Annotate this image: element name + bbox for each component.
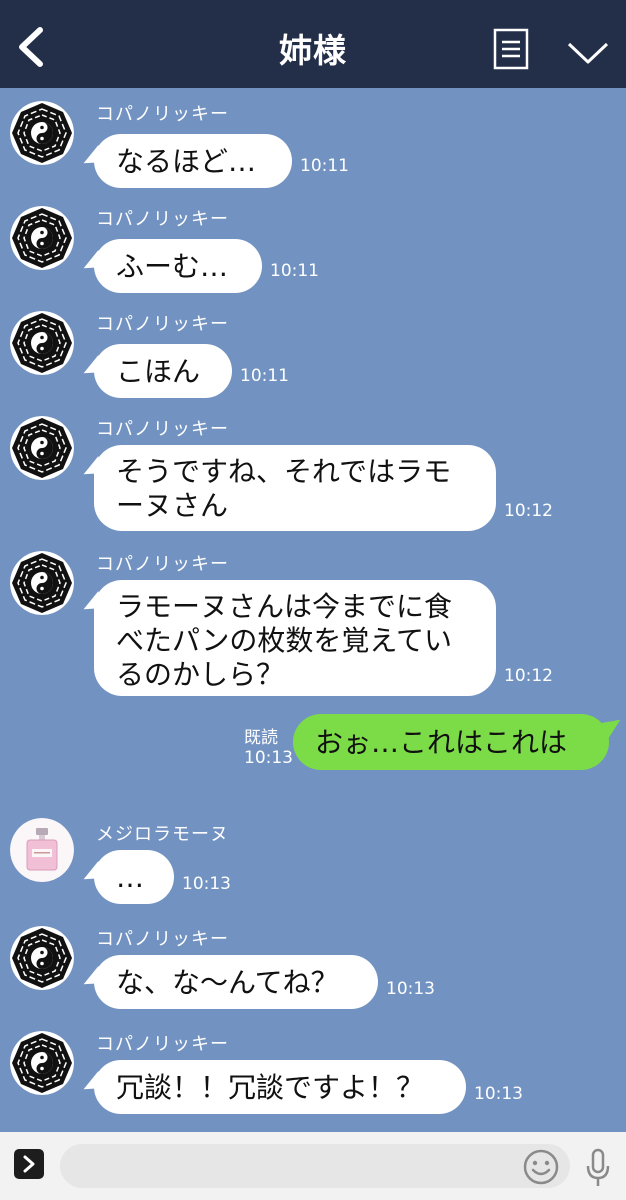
message-bubble[interactable]: ラモーヌさんは今までに食 べたパンの枚数を覚えてい るのかしら？ xyxy=(94,580,496,696)
sender-name: メジロラモーヌ xyxy=(96,824,229,845)
message-time: 10:13 xyxy=(244,748,293,768)
collapse-button[interactable] xyxy=(565,38,611,68)
sender-name: コパノリッキー xyxy=(96,419,229,440)
message-time: 10:11 xyxy=(300,156,349,176)
message-bubble[interactable]: こほん xyxy=(94,344,232,398)
chat-header: 姉様 xyxy=(0,0,626,88)
message-time: 10:11 xyxy=(270,261,319,281)
emoji-button[interactable] xyxy=(522,1148,560,1186)
message-time: 10:13 xyxy=(182,874,231,894)
message-time: 10:13 xyxy=(474,1084,523,1104)
sender-name: コパノリッキー xyxy=(96,554,229,575)
message-bubble[interactable]: なるほど… xyxy=(94,134,292,188)
message-bubble-outgoing[interactable]: おぉ…これはこれは xyxy=(293,714,609,770)
sender-name: コパノリッキー xyxy=(96,104,229,125)
read-receipt: 既読 xyxy=(244,728,278,748)
message-time: 10:12 xyxy=(504,666,553,686)
sender-name: コパノリッキー xyxy=(96,209,229,230)
menu-icon xyxy=(493,28,529,70)
chevron-down-icon xyxy=(567,42,609,64)
avatar-kopano[interactable] xyxy=(10,101,74,165)
message-bubble[interactable]: 冗談！！冗談ですよ！？ xyxy=(94,1060,466,1114)
avatar-kopano[interactable] xyxy=(10,1031,74,1095)
message-bubble[interactable]: な、な〜んてね？ xyxy=(94,955,378,1009)
message-time: 10:12 xyxy=(504,501,553,521)
microphone-button[interactable] xyxy=(584,1148,612,1188)
message-time: 10:11 xyxy=(240,366,289,386)
input-bar xyxy=(0,1132,626,1200)
message-bubble[interactable]: ふーむ… xyxy=(94,239,262,293)
microphone-icon xyxy=(586,1148,610,1186)
message-bubble[interactable]: そうですね、それではラモ ーヌさん xyxy=(94,445,496,531)
emoji-icon xyxy=(523,1149,559,1185)
sender-name: コパノリッキー xyxy=(96,314,229,335)
sender-name: コパノリッキー xyxy=(96,1034,229,1055)
message-time: 10:13 xyxy=(386,979,435,999)
avatar-kopano[interactable] xyxy=(10,416,74,480)
avatar-kopano[interactable] xyxy=(10,311,74,375)
message-bubble[interactable]: … xyxy=(94,850,174,904)
menu-button[interactable] xyxy=(493,28,531,72)
chat-title: 姉様 xyxy=(279,31,347,70)
avatar-mejiro[interactable] xyxy=(10,818,74,882)
avatar-kopano[interactable] xyxy=(10,551,74,615)
message-input[interactable] xyxy=(60,1144,570,1188)
sender-name: コパノリッキー xyxy=(96,929,229,950)
expand-icon xyxy=(23,1155,35,1173)
expand-button[interactable] xyxy=(14,1149,44,1179)
avatar-kopano[interactable] xyxy=(10,206,74,270)
avatar-kopano[interactable] xyxy=(10,926,74,990)
